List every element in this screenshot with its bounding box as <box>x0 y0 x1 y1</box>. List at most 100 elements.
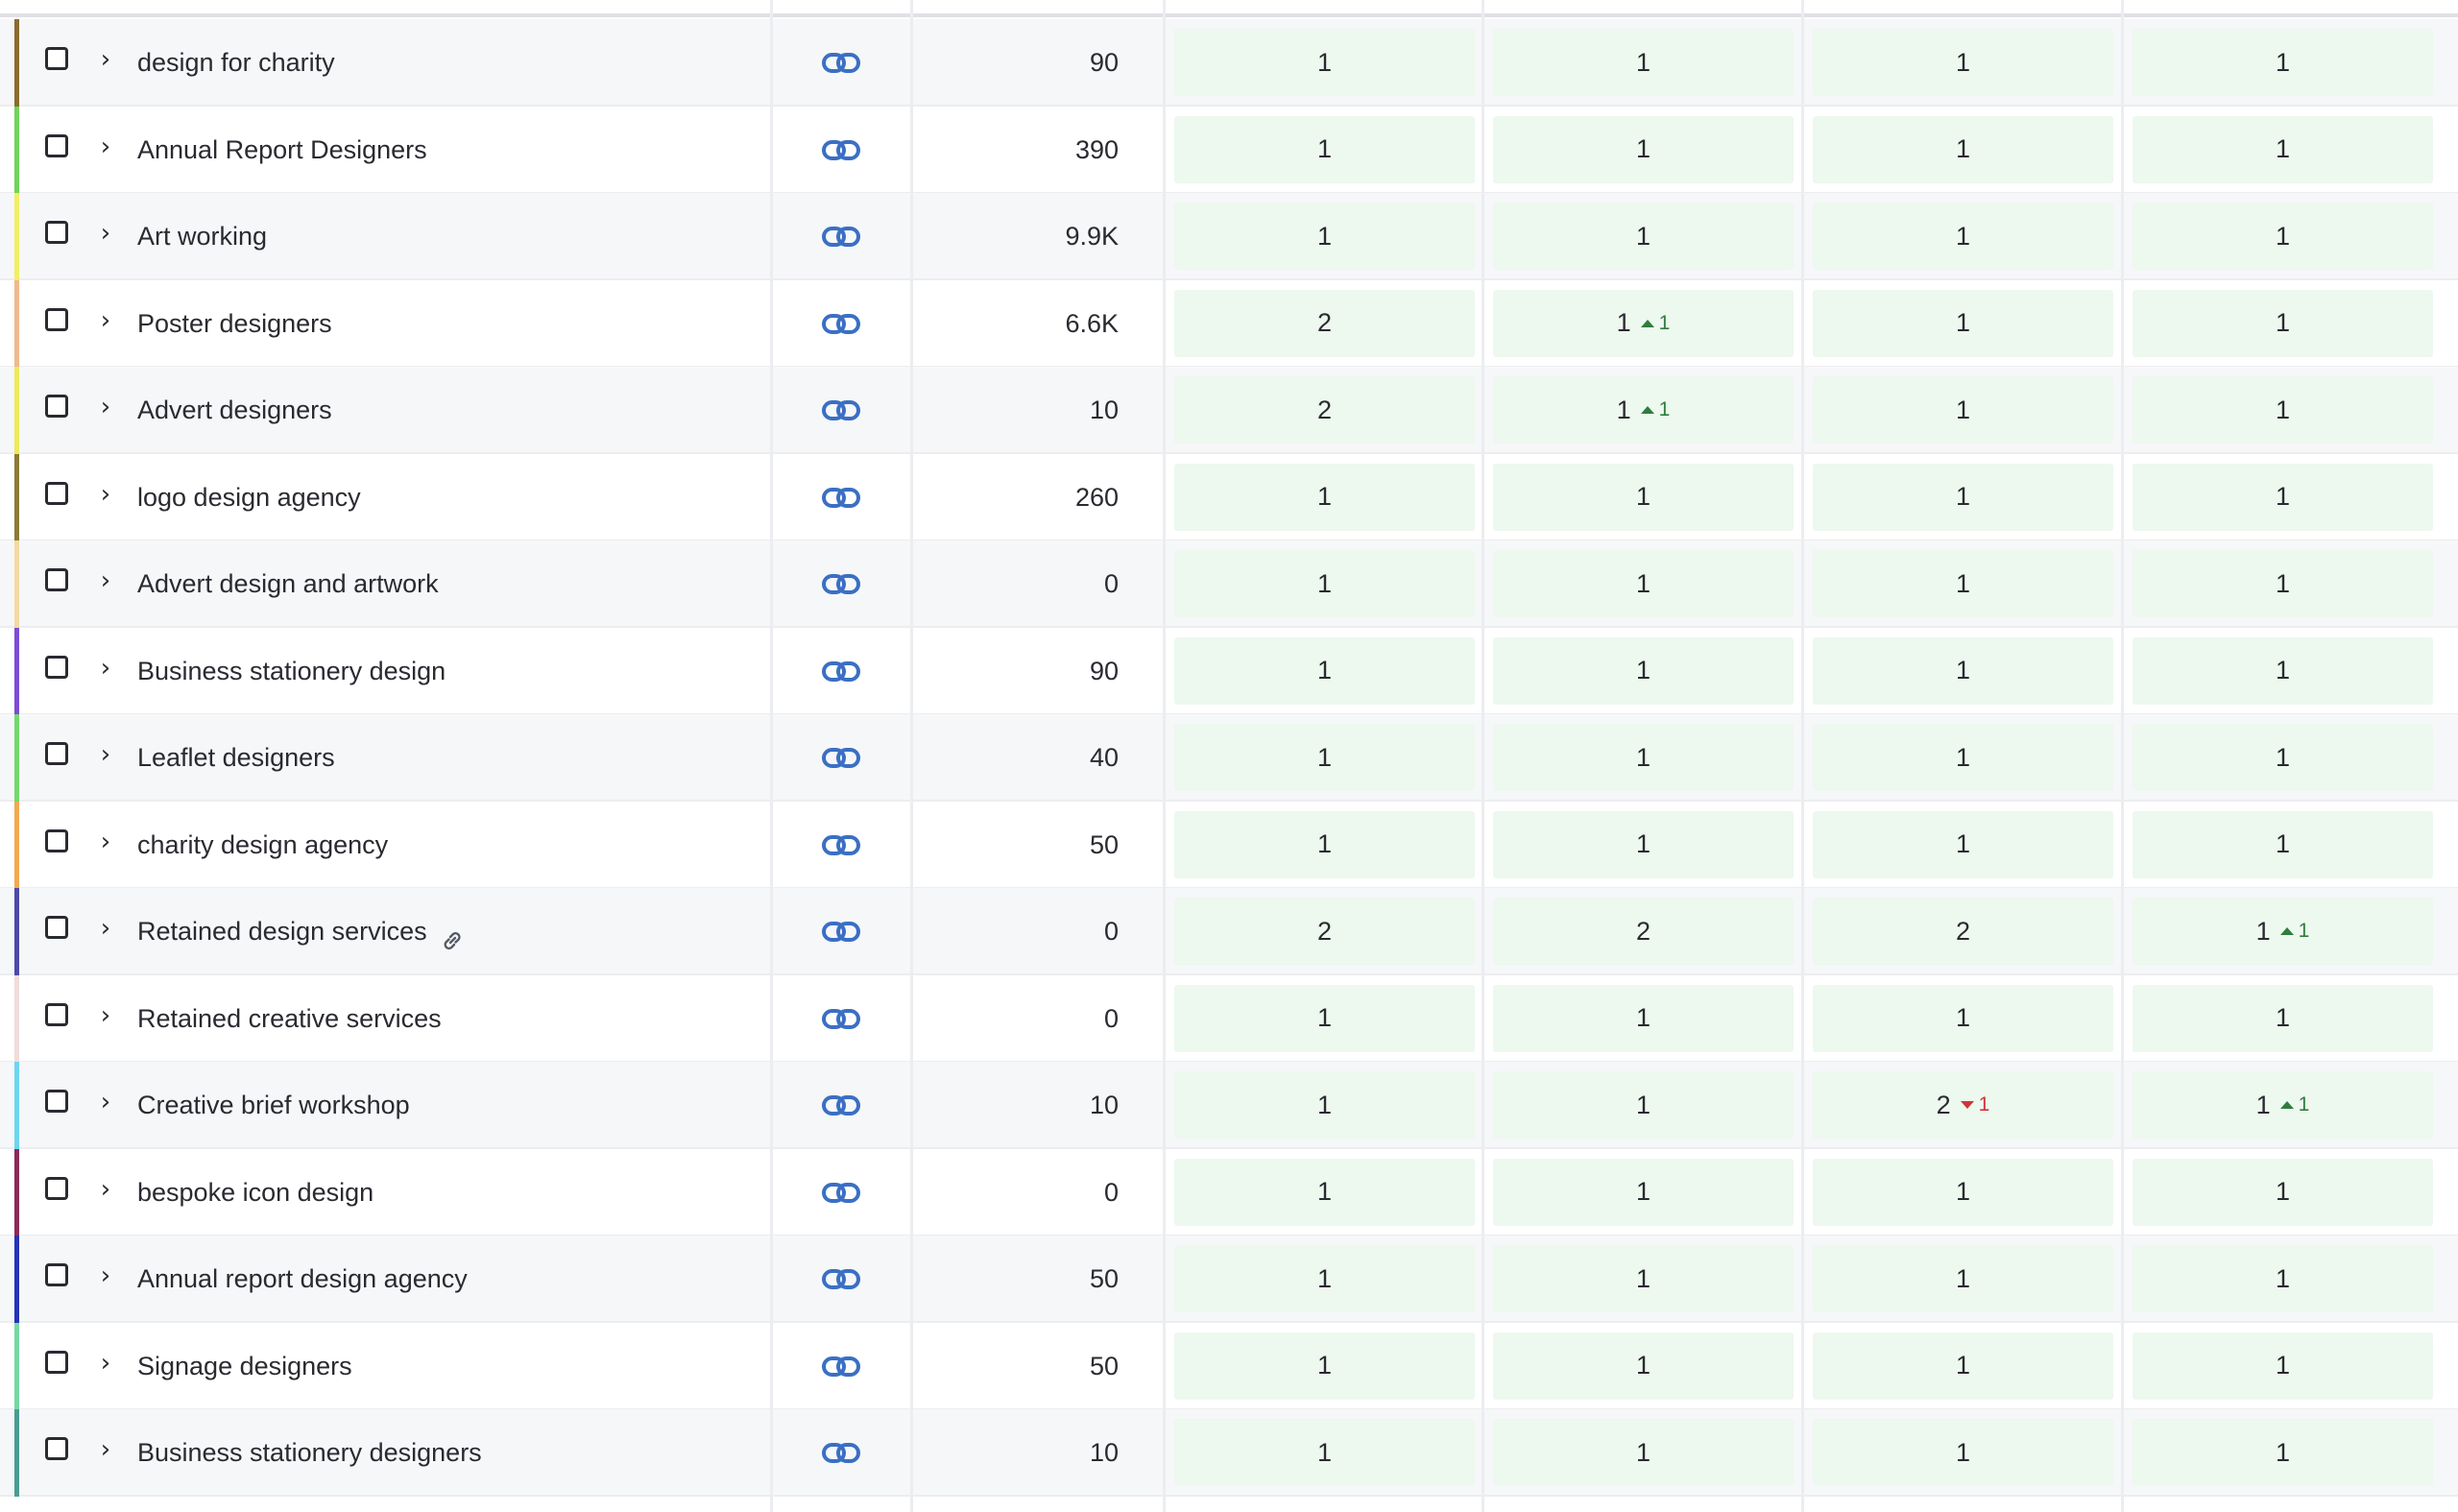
chevron-right-icon[interactable]: › <box>94 128 117 166</box>
position-cell[interactable]: 1 <box>1493 1332 1794 1400</box>
position-cell[interactable]: 1 <box>1813 984 2113 1052</box>
keyword-cell[interactable]: Retained design services <box>137 903 466 959</box>
position-cell[interactable]: 1 <box>1493 1419 1794 1486</box>
position-cell[interactable]: 1 <box>1493 203 1794 270</box>
keyword-cell[interactable]: Art working <box>137 208 267 264</box>
position-cell[interactable]: 1 <box>2133 810 2433 878</box>
position-cell[interactable]: 1 <box>1493 550 1794 617</box>
position-cell[interactable]: 1 <box>2133 115 2433 183</box>
position-cell[interactable]: 11 <box>2133 898 2433 965</box>
position-cell[interactable]: 2 <box>1174 898 1475 965</box>
position-cell[interactable]: 1 <box>1813 1419 2113 1486</box>
chevron-right-icon[interactable]: › <box>94 562 117 600</box>
position-cell[interactable]: 1 <box>1174 463 1475 531</box>
position-cell[interactable]: 1 <box>2133 724 2433 791</box>
row-checkbox[interactable] <box>45 1090 68 1113</box>
link-icon[interactable] <box>821 1086 861 1126</box>
chevron-right-icon[interactable]: › <box>94 1430 117 1469</box>
row-checkbox[interactable] <box>45 1263 68 1286</box>
link-icon[interactable] <box>439 918 466 950</box>
position-cell[interactable]: 1 <box>1813 550 2113 617</box>
position-cell[interactable]: 1 <box>1813 636 2113 705</box>
position-cell[interactable]: 1 <box>1493 463 1794 531</box>
table-row[interactable]: › Creative brief workshop 10 1 1 2 1 1 1 <box>0 1062 2458 1149</box>
position-cell[interactable]: 2 <box>1813 898 2113 965</box>
position-cell[interactable]: 1 <box>1174 115 1475 183</box>
chevron-right-icon[interactable]: › <box>94 1344 117 1382</box>
link-icon[interactable] <box>821 1173 861 1213</box>
link-icon[interactable] <box>821 999 861 1040</box>
chevron-right-icon[interactable]: › <box>94 649 117 687</box>
chevron-right-icon[interactable]: › <box>94 388 117 426</box>
position-cell[interactable]: 1 <box>1813 203 2113 270</box>
chevron-right-icon[interactable]: › <box>94 823 117 861</box>
position-cell[interactable]: 1 <box>1174 636 1475 705</box>
table-row[interactable]: › Poster designers 6.6K 2 1 1 1 1 <box>0 279 2458 368</box>
position-cell[interactable]: 1 <box>1174 1071 1475 1139</box>
link-icon[interactable] <box>821 43 861 84</box>
link-icon[interactable] <box>821 1347 861 1387</box>
row-checkbox[interactable] <box>45 221 68 244</box>
keyword-cell[interactable]: Poster designers <box>137 296 332 351</box>
position-cell[interactable]: 1 <box>1174 1419 1475 1486</box>
row-checkbox[interactable] <box>45 655 68 679</box>
position-cell[interactable]: 1 <box>1813 1245 2113 1312</box>
position-cell[interactable]: 1 <box>2133 984 2433 1052</box>
keyword-cell[interactable]: Creative brief workshop <box>137 1077 410 1133</box>
table-row[interactable]: › design for charity 90 1 1 1 1 <box>0 19 2458 107</box>
table-row[interactable]: › Art working 9.9K 1 1 1 1 <box>0 193 2458 280</box>
keyword-cell[interactable]: Annual Report Designers <box>137 122 427 178</box>
position-cell[interactable]: 1 <box>2133 1158 2433 1226</box>
row-checkbox[interactable] <box>45 916 68 939</box>
position-cell[interactable]: 1 <box>1174 724 1475 791</box>
position-cell[interactable]: 1 <box>1813 29 2113 96</box>
table-row[interactable]: › charity design agency 50 1 1 1 1 <box>0 801 2458 889</box>
table-row[interactable]: › bespoke icon design 0 1 1 1 1 <box>0 1148 2458 1236</box>
keyword-cell[interactable]: Business stationery design <box>137 643 446 699</box>
link-icon[interactable] <box>821 912 861 952</box>
position-cell[interactable]: 1 <box>1493 29 1794 96</box>
table-row[interactable]: › Advert design and artwork 0 1 1 1 1 <box>0 540 2458 628</box>
link-icon[interactable] <box>821 478 861 518</box>
keyword-cell[interactable]: logo design agency <box>137 469 361 525</box>
position-cell[interactable]: 1 <box>1174 29 1475 96</box>
position-cell[interactable]: 1 <box>1493 1245 1794 1312</box>
position-cell[interactable]: 1 <box>2133 203 2433 270</box>
position-cell[interactable]: 1 <box>1174 984 1475 1052</box>
position-cell[interactable]: 1 <box>1813 724 2113 791</box>
position-cell[interactable]: 11 <box>1493 289 1794 357</box>
position-cell[interactable]: 1 <box>2133 550 2433 617</box>
position-cell[interactable]: 2 <box>1493 898 1794 965</box>
row-checkbox[interactable] <box>45 133 68 157</box>
position-cell[interactable]: 1 <box>2133 289 2433 357</box>
link-icon[interactable] <box>821 826 861 866</box>
table-row[interactable]: › Leaflet designers 40 1 1 1 1 <box>0 714 2458 802</box>
position-cell[interactable]: 1 <box>1813 376 2113 444</box>
table-row[interactable]: › Annual report design agency 50 1 1 1 1 <box>0 1236 2458 1323</box>
position-cell[interactable]: 1 <box>1813 810 2113 878</box>
table-row[interactable]: › Business stationery design 90 1 1 1 1 <box>0 627 2458 715</box>
keyword-cell[interactable]: Business stationery designers <box>137 1425 482 1480</box>
chevron-right-icon[interactable]: › <box>94 1083 117 1121</box>
position-cell[interactable]: 1 <box>1813 289 2113 357</box>
position-cell[interactable]: 1 <box>2133 1332 2433 1400</box>
position-cell[interactable]: 1 <box>1174 203 1475 270</box>
position-cell[interactable]: 21 <box>1813 1071 2113 1139</box>
position-cell[interactable]: 1 <box>1813 1332 2113 1400</box>
row-checkbox[interactable] <box>45 1176 68 1200</box>
chevron-right-icon[interactable]: › <box>94 909 117 948</box>
table-row[interactable]: › logo design agency 260 1 1 1 1 <box>0 453 2458 541</box>
chevron-right-icon[interactable]: › <box>94 301 117 340</box>
keyword-cell[interactable]: bespoke icon design <box>137 1164 374 1220</box>
table-row[interactable]: › Retained design services 0 2 2 2 1 1 <box>0 888 2458 975</box>
position-cell[interactable]: 1 <box>1493 636 1794 705</box>
row-checkbox[interactable] <box>45 307 68 331</box>
position-cell[interactable]: 1 <box>2133 463 2433 531</box>
table-row[interactable]: › Retained creative services 0 1 1 1 1 <box>0 974 2458 1063</box>
keyword-cell[interactable]: Signage designers <box>137 1338 352 1394</box>
position-cell[interactable]: 1 <box>1493 1158 1794 1226</box>
row-checkbox[interactable] <box>45 481 68 505</box>
row-checkbox[interactable] <box>45 47 68 70</box>
position-cell[interactable]: 1 <box>2133 29 2433 96</box>
position-cell[interactable]: 1 <box>2133 376 2433 444</box>
